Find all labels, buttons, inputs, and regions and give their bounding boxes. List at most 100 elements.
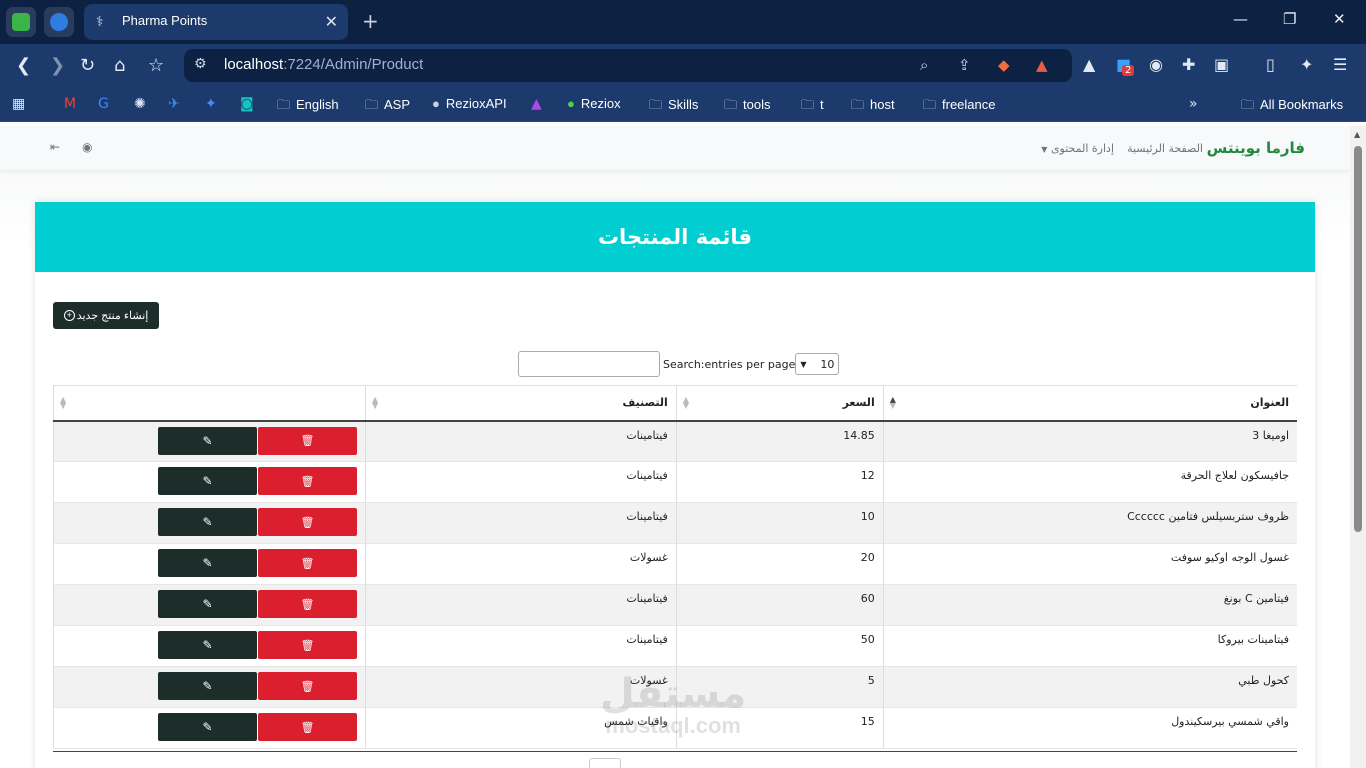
bookmark-freelance[interactable]: 🗀 freelance xyxy=(923,96,996,118)
site-brand[interactable]: فارما بوينتس xyxy=(1207,139,1305,157)
more-bookmarks-icon[interactable]: » xyxy=(1189,96,1198,112)
bookmark-site-icon[interactable]: ◙ xyxy=(240,96,254,112)
close-window-icon[interactable]: ✕ xyxy=(1333,10,1346,28)
reload-icon[interactable]: ↻ xyxy=(80,55,95,76)
delete-button[interactable]: 🗑 xyxy=(257,508,357,536)
trash-icon: 🗑 xyxy=(300,557,315,570)
angular-icon[interactable]: ▲ xyxy=(531,96,542,112)
zoom-icon[interactable]: ⌕ xyxy=(920,56,928,74)
delete-button[interactable]: 🗑 xyxy=(257,713,357,741)
table-row: ظروف ستربسيلس فتامين Cccccc 10 فيتامينات 🗑 ✎ xyxy=(53,502,1297,544)
github-icon: ● xyxy=(432,96,440,111)
search-input[interactable] xyxy=(518,351,660,377)
trash-icon: 🗑 xyxy=(300,598,315,611)
back-icon[interactable]: ❮ xyxy=(16,55,31,76)
edit-button[interactable]: ✎ xyxy=(157,426,257,455)
app-shortcut-icon[interactable] xyxy=(44,7,74,37)
cell-price: 12 xyxy=(675,461,884,503)
site-navbar: فارما بوينتس الصفحة الرئيسية إدارة المحت… xyxy=(0,126,1350,170)
bookmark-asp[interactable]: 🗀 ASP xyxy=(365,96,410,118)
brave-shields-icon[interactable]: ◆ xyxy=(998,56,1010,74)
browser-tab[interactable]: ⚕ Pharma Points ✕ xyxy=(84,4,348,40)
chevron-down-icon: ▼ xyxy=(800,359,807,369)
all-bookmarks[interactable]: 🗀 All Bookmarks xyxy=(1241,96,1343,118)
delete-button[interactable]: 🗑 xyxy=(257,549,357,577)
bookmark-host[interactable]: 🗀 host xyxy=(851,96,895,118)
bookmark-site-icon[interactable]: ✈ xyxy=(168,96,180,112)
cell-actions: 🗑 ✎ xyxy=(53,625,366,667)
edit-button[interactable]: ✎ xyxy=(157,508,257,536)
edit-button[interactable]: ✎ xyxy=(157,672,257,700)
datatable-controls: Search: entries per page ▼ 10 xyxy=(518,351,840,377)
header-label: العنوان xyxy=(1250,396,1289,410)
translate-icon[interactable]: G xyxy=(98,96,109,112)
entries-label: entries per page xyxy=(704,357,796,371)
edit-button[interactable]: ✎ xyxy=(157,549,257,577)
gemini-icon[interactable]: ✦ xyxy=(205,96,217,112)
extension-icon[interactable]: ◉ xyxy=(1149,55,1163,74)
sidebar-toggle-icon[interactable]: ▯ xyxy=(1266,55,1275,74)
edit-button[interactable]: ✎ xyxy=(157,467,257,495)
forward-icon[interactable]: ❯ xyxy=(50,55,65,76)
entries-per-page-select[interactable]: ▼ 10 xyxy=(795,353,840,375)
products-table: العنوان ▲ ▼ السعر ▲ ▼ التصنيف ▲ ▼ ▲ ▼ اوميغا 31… xyxy=(53,385,1297,749)
scroll-up-icon[interactable]: ▲ xyxy=(1354,130,1360,139)
nav-content-dropdown[interactable]: إدارة المحتوى ▼ xyxy=(1041,142,1114,155)
bookmark-rezioxapi[interactable]: ● RezioxAPI xyxy=(432,96,507,111)
gmail-icon[interactable]: M xyxy=(64,96,76,112)
user-profile-icon[interactable]: ◉ xyxy=(82,140,92,154)
search-label: Search: xyxy=(663,357,705,371)
delete-button[interactable]: 🗑 xyxy=(257,672,357,700)
wallet-icon[interactable]: ▣ xyxy=(1214,55,1229,74)
address-bar[interactable]: ⚙ localhost:7224/Admin/Product ⌕ ⇪ ◆ ▲ xyxy=(184,49,1072,82)
scrollbar-thumb[interactable] xyxy=(1354,146,1362,532)
cell-price: 15 xyxy=(675,707,884,749)
edit-button[interactable]: ✎ xyxy=(157,590,257,618)
delete-button[interactable]: 🗑 xyxy=(257,426,357,455)
cell-price: 10 xyxy=(675,502,884,544)
pagination-control[interactable] xyxy=(589,758,621,768)
bookmark-tools[interactable]: 🗀 tools xyxy=(724,96,770,118)
site-settings-icon[interactable]: ⚙ xyxy=(194,56,207,72)
app-shortcut-icon[interactable] xyxy=(6,7,36,37)
chatgpt-icon[interactable]: ✺ xyxy=(134,96,146,112)
edit-button[interactable]: ✎ xyxy=(157,713,257,741)
page-scrollbar[interactable]: ▲ xyxy=(1350,126,1366,768)
edit-button[interactable]: ✎ xyxy=(157,631,257,659)
delete-button[interactable]: 🗑 xyxy=(257,467,357,495)
column-header-price[interactable]: السعر ▲ ▼ xyxy=(675,385,884,422)
bookmark-skills[interactable]: 🗀 Skills xyxy=(649,96,698,118)
cell-title: واقي شمسي بيرسكيندول xyxy=(882,707,1297,749)
new-tab-button[interactable]: + xyxy=(362,9,379,33)
logout-icon[interactable]: ⇤ xyxy=(50,140,60,154)
share-icon[interactable]: ⇪ xyxy=(958,56,971,74)
column-header-title[interactable]: العنوان ▲ ▼ xyxy=(882,385,1297,422)
cell-category: فيتامينات xyxy=(364,502,677,544)
menu-icon[interactable]: ☰ xyxy=(1333,55,1347,74)
extensions-puzzle-icon[interactable]: ✚ xyxy=(1182,55,1195,74)
leo-ai-icon[interactable]: ✦ xyxy=(1300,55,1313,74)
minimize-icon[interactable]: — xyxy=(1233,10,1248,28)
delete-button[interactable]: 🗑 xyxy=(257,590,357,618)
maximize-icon[interactable]: ❐ xyxy=(1283,10,1296,28)
bookmark-page-icon[interactable]: ☆ xyxy=(148,55,164,76)
bookmark-label: tools xyxy=(743,97,771,112)
bookmark-label: All Bookmarks xyxy=(1260,97,1344,112)
home-icon[interactable]: ⌂ xyxy=(114,55,125,76)
entries-value: 10 xyxy=(820,357,835,371)
edit-icon: ✎ xyxy=(202,515,213,529)
column-header-actions[interactable]: ▲ ▼ xyxy=(53,385,366,422)
nav-home-link[interactable]: الصفحة الرئيسية xyxy=(1127,142,1203,155)
folder-icon: 🗀 xyxy=(851,97,865,112)
extension-icon[interactable]: ▲ xyxy=(1083,55,1095,74)
delete-button[interactable]: 🗑 xyxy=(257,631,357,659)
create-product-button[interactable]: إنشاء منتج جديد + xyxy=(53,302,159,329)
sort-icon: ▲ ▼ xyxy=(60,395,67,410)
close-tab-icon[interactable]: ✕ xyxy=(325,12,338,31)
apps-grid-icon[interactable]: ▦ xyxy=(12,96,25,112)
brave-rewards-icon[interactable]: ▲ xyxy=(1036,56,1048,74)
bookmark-english[interactable]: 🗀 English xyxy=(277,96,339,118)
bookmark-t[interactable]: 🗀 t xyxy=(801,96,824,118)
column-header-category[interactable]: التصنيف ▲ ▼ xyxy=(364,385,677,422)
bookmark-reziox[interactable]: ● Reziox xyxy=(567,96,621,111)
